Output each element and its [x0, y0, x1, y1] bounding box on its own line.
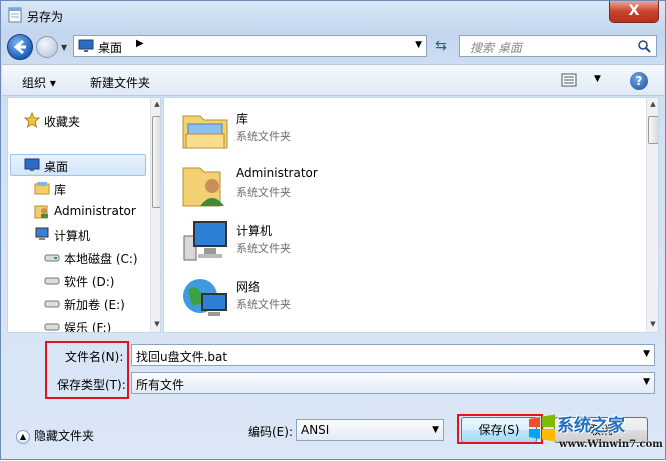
- scroll-down-icon[interactable]: ▼: [152, 320, 160, 332]
- views-icon[interactable]: [560, 71, 578, 89]
- nav-item-label: Administrator: [54, 204, 136, 218]
- desktop-icon: [78, 39, 94, 52]
- window-title: 另存为: [27, 10, 64, 24]
- encoding-dropdown-icon[interactable]: ▼: [432, 425, 439, 435]
- user-folder-icon: [34, 205, 48, 219]
- address-dropdown-icon[interactable]: ▼: [415, 40, 422, 50]
- file-type: 系统文件夹: [236, 130, 291, 143]
- address-bar[interactable]: 桌面 ▶ ▼: [73, 35, 427, 57]
- refresh-button[interactable]: ⇆: [429, 35, 453, 57]
- scroll-up-icon[interactable]: ▲: [152, 100, 160, 112]
- scroll-down-icon[interactable]: ▼: [648, 320, 658, 332]
- file-list-scrollbar-thumb[interactable]: [648, 116, 658, 144]
- navigation-pane: 收藏夹 桌面 库 Administrator 计算机 本地磁盘 (C:) 软件 …: [7, 97, 161, 333]
- filetype-value: 所有文件: [136, 378, 185, 392]
- dialog-footer: ▲ 隐藏文件夹 编码(E): ANSI ▼ 保存(S) 取消: [2, 407, 664, 459]
- search-input[interactable]: 搜索 桌面: [459, 35, 657, 57]
- file-type: 系统文件夹: [236, 298, 291, 311]
- nav-item-label: 收藏夹: [44, 115, 81, 129]
- search-placeholder: 搜索 桌面: [470, 41, 522, 55]
- user-folder-icon: [182, 167, 224, 207]
- history-dropdown-icon[interactable]: ▼: [61, 43, 67, 52]
- nav-scrollbar-thumb[interactable]: [152, 116, 160, 208]
- drive-icon: [44, 323, 60, 331]
- star-icon: [24, 112, 40, 128]
- file-name: 库: [236, 112, 249, 126]
- hide-folders-button[interactable]: ▲ 隐藏文件夹: [16, 427, 94, 444]
- file-name: 计算机: [236, 224, 273, 238]
- toolbar: 组织 ▾ 新建文件夹 ▼ ?: [2, 64, 664, 96]
- encoding-value: ANSI: [301, 423, 330, 437]
- organize-button[interactable]: 组织 ▾: [22, 74, 56, 91]
- filename-dropdown-icon[interactable]: ▼: [643, 349, 650, 359]
- chevron-up-icon: ▲: [16, 429, 30, 444]
- address-location: 桌面: [98, 41, 123, 55]
- computer-icon: [35, 227, 49, 240]
- file-item-network[interactable]: 网络 系统文件夹: [180, 272, 580, 324]
- encoding-select[interactable]: ANSI ▼: [296, 419, 444, 441]
- close-button[interactable]: X: [609, 1, 659, 23]
- file-name: Administrator: [236, 166, 318, 180]
- nav-item-label: 娱乐 (F:): [64, 321, 112, 333]
- back-button[interactable]: [7, 34, 33, 60]
- file-item-administrator[interactable]: Administrator 系统文件夹: [180, 160, 580, 212]
- network-icon: [183, 279, 227, 316]
- computer-icon: [183, 221, 227, 261]
- title-bar: 另存为 X: [1, 1, 665, 31]
- file-item-computer[interactable]: 计算机 系统文件夹: [180, 216, 580, 268]
- file-type: 系统文件夹: [236, 242, 291, 255]
- encoding-label: 编码(E):: [248, 425, 293, 439]
- desktop-icon: [24, 158, 40, 171]
- views-dropdown-icon[interactable]: ▼: [594, 74, 601, 84]
- filename-field[interactable]: 找回u盘文件.bat ▼: [131, 344, 655, 366]
- nav-scrollbar[interactable]: ▲ ▼: [150, 98, 160, 332]
- file-name: 网络: [236, 280, 261, 294]
- arrow-left-icon: [13, 39, 26, 55]
- nav-item-label: 库: [54, 183, 67, 197]
- drive-icon: [44, 300, 60, 308]
- filetype-dropdown-icon[interactable]: ▼: [643, 377, 650, 387]
- nav-item-label: 桌面: [44, 160, 69, 174]
- hide-folders-label: 隐藏文件夹: [34, 429, 95, 443]
- nav-item-label: 计算机: [54, 229, 91, 243]
- nav-item-label: 本地磁盘 (C:): [64, 252, 138, 266]
- nav-item-label: 新加卷 (E:): [64, 298, 125, 312]
- file-list-scrollbar[interactable]: ▲ ▼: [646, 98, 658, 332]
- notepad-icon: [8, 7, 22, 23]
- breadcrumb-arrow-icon[interactable]: ▶: [136, 38, 144, 49]
- file-type: 系统文件夹: [236, 186, 291, 199]
- file-item-library[interactable]: 库 系统文件夹: [180, 104, 580, 156]
- highlight-box-save: [457, 414, 543, 444]
- filename-value: 找回u盘文件.bat: [136, 350, 228, 364]
- new-folder-button[interactable]: 新建文件夹: [90, 74, 150, 91]
- library-icon: [34, 182, 50, 195]
- help-button[interactable]: ?: [630, 72, 648, 90]
- drive-icon: [44, 277, 60, 285]
- filetype-select[interactable]: 所有文件 ▼: [131, 372, 655, 394]
- file-list-pane: 库 系统文件夹 Administrator 系统文件夹 计算机 系统文件夹 网络…: [163, 97, 659, 333]
- drive-icon: [44, 254, 60, 262]
- highlight-box-labels: [45, 341, 129, 399]
- cancel-button[interactable]: 取消: [554, 417, 648, 443]
- save-as-dialog: 另存为 X ▼ 桌面 ▶ ▼ ⇆ 搜索 桌面 组织 ▾ 新建文件夹 ▼ ? 收藏…: [0, 0, 666, 460]
- forward-button[interactable]: [36, 36, 58, 58]
- nav-item-label: 软件 (D:): [64, 275, 115, 289]
- library-folder-icon: [182, 115, 228, 149]
- scroll-up-icon[interactable]: ▲: [648, 100, 658, 112]
- search-icon[interactable]: [637, 39, 651, 53]
